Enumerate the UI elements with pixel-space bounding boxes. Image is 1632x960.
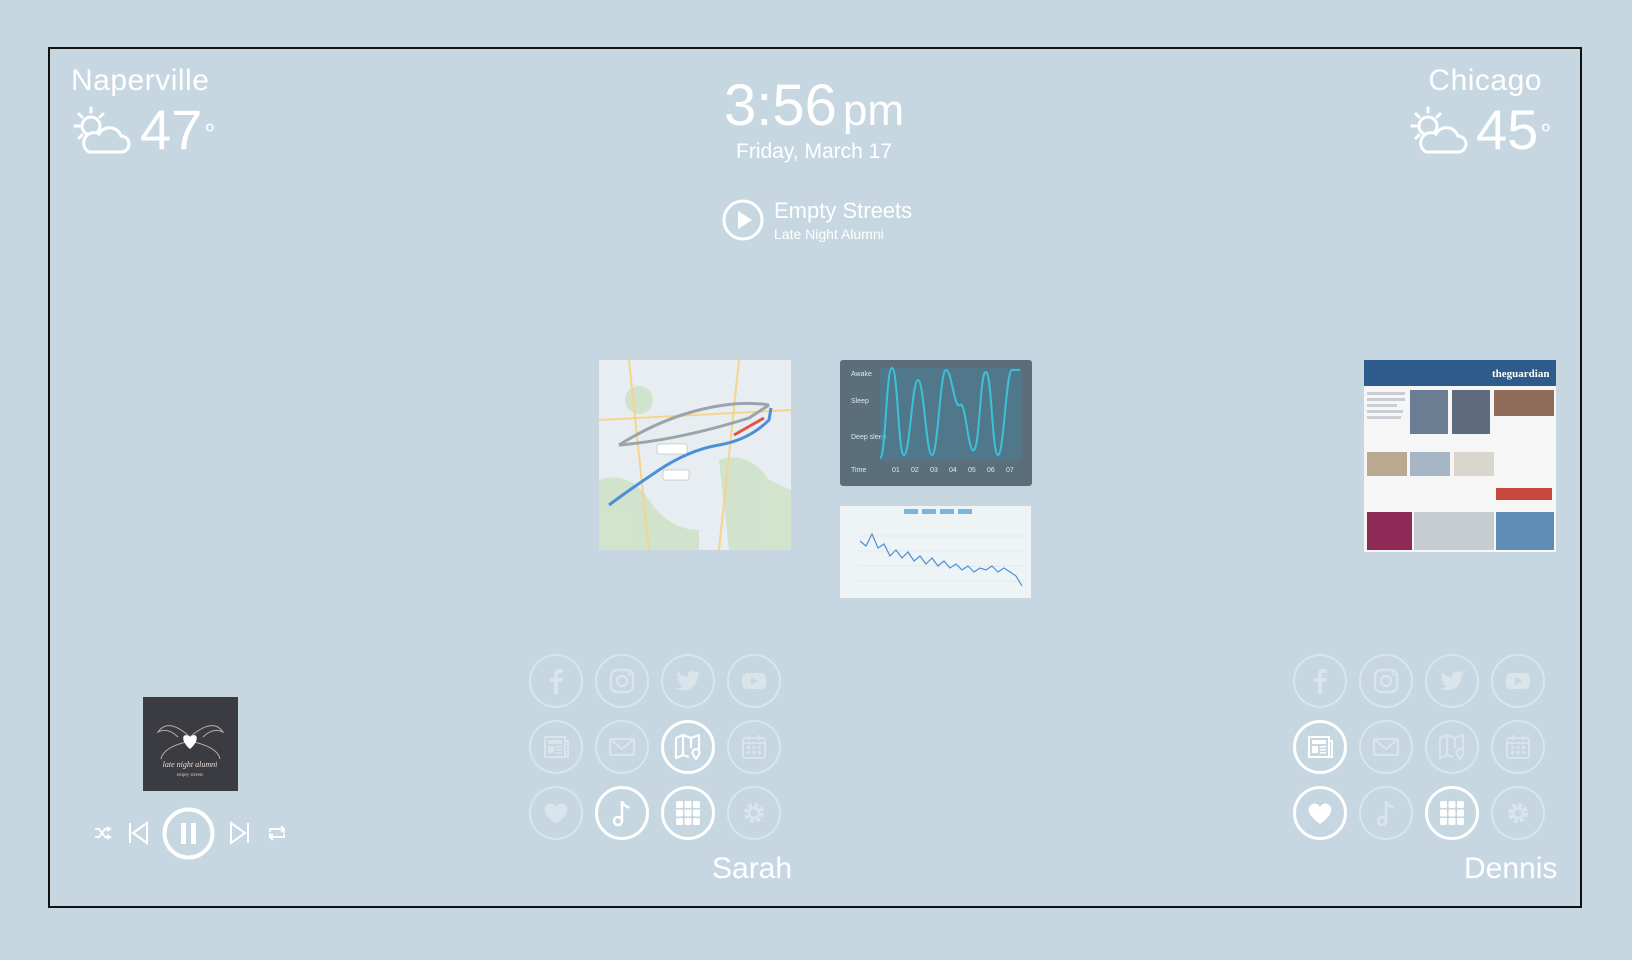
instagram-icon — [609, 668, 635, 694]
sleep-label-sleep: Sleep — [851, 398, 869, 405]
maps-button[interactable] — [1425, 720, 1479, 774]
sleep-chart: Awake Sleep Deep sleep Time 01 02 03 04 … — [851, 366, 1022, 474]
app-grid-icon — [1440, 801, 1464, 825]
map-image — [599, 360, 791, 550]
maps-button[interactable] — [661, 720, 715, 774]
weather-right-city: Chicago — [1428, 64, 1542, 97]
gear-icon — [744, 803, 764, 823]
settings-button[interactable] — [1491, 786, 1545, 840]
previous-button[interactable] — [126, 820, 150, 846]
next-icon — [230, 821, 249, 845]
facebook-icon — [1314, 669, 1327, 694]
twitter-icon — [676, 671, 700, 691]
gear-icon — [1508, 803, 1528, 823]
mail-icon — [1372, 737, 1400, 757]
sleep-hour: 01 — [892, 467, 900, 474]
twitter-button[interactable] — [1425, 654, 1479, 708]
newspaper-icon — [544, 736, 569, 758]
repeat-button[interactable] — [266, 822, 288, 844]
youtube-button[interactable] — [727, 654, 781, 708]
previous-icon — [129, 821, 148, 845]
sleep-hour: 04 — [949, 467, 957, 474]
sleep-hour: 03 — [930, 467, 938, 474]
music-button[interactable] — [1359, 786, 1413, 840]
map-icon — [674, 733, 701, 761]
weather-left-city: Naperville — [71, 64, 210, 97]
twitter-icon — [1440, 671, 1464, 691]
weather-left-temp: 47° — [140, 98, 216, 161]
mail-button[interactable] — [1359, 720, 1413, 774]
album-art: late night alumni empty streets — [143, 697, 238, 791]
partly-sunny-icon — [73, 106, 131, 154]
youtube-button[interactable] — [1491, 654, 1545, 708]
shuffle-button[interactable] — [92, 822, 114, 844]
weight-chart — [840, 506, 1031, 598]
sleep-widget[interactable]: Awake Sleep Deep sleep Time 01 02 03 04 … — [840, 360, 1032, 486]
news-image: theguardian — [1364, 360, 1556, 552]
facebook-button[interactable] — [1293, 654, 1347, 708]
youtube-icon — [1506, 673, 1530, 689]
weather-right-temp: 45° — [1476, 98, 1552, 161]
music-note-icon — [1376, 800, 1394, 827]
music-button[interactable] — [595, 786, 649, 840]
user-name-dennis: Dennis — [1464, 852, 1558, 885]
app-grid-icon — [676, 801, 700, 825]
shuffle-icon — [95, 826, 112, 840]
news-button[interactable] — [1293, 720, 1347, 774]
map-widget[interactable] — [599, 360, 791, 550]
clock-time: 3:56 pm — [723, 73, 904, 138]
calendar-icon — [742, 735, 766, 759]
dennis-app-grid — [1293, 654, 1553, 854]
instagram-button[interactable] — [595, 654, 649, 708]
next-button[interactable] — [228, 820, 252, 846]
news-button[interactable] — [529, 720, 583, 774]
youtube-icon — [742, 673, 766, 689]
calendar-button[interactable] — [727, 720, 781, 774]
mail-icon — [608, 737, 636, 757]
instagram-icon — [1373, 668, 1399, 694]
news-brand: theguardian — [1492, 368, 1549, 380]
music-note-icon — [612, 800, 630, 827]
now-playing-play-button[interactable] — [721, 198, 765, 247]
weather-right-icon — [1408, 106, 1468, 163]
calendar-button[interactable] — [1491, 720, 1545, 774]
partly-sunny-icon — [1410, 106, 1468, 154]
album-art-line2: empty streets — [177, 773, 204, 778]
calendar-icon — [1506, 735, 1530, 759]
heart-icon — [544, 803, 568, 824]
weight-widget[interactable] — [840, 506, 1031, 598]
sarah-app-grid — [529, 654, 789, 854]
clock-date: Friday, March 17 — [736, 140, 892, 163]
newspaper-icon — [1308, 736, 1333, 758]
settings-button[interactable] — [727, 786, 781, 840]
apps-button[interactable] — [661, 786, 715, 840]
sleep-label-awake: Awake — [851, 371, 872, 378]
health-button[interactable] — [529, 786, 583, 840]
apps-button[interactable] — [1425, 786, 1479, 840]
sleep-label-time: Time — [851, 467, 866, 474]
heart-icon — [1308, 803, 1332, 824]
sleep-hour: 06 — [987, 467, 995, 474]
sleep-hour: 02 — [911, 467, 919, 474]
mail-button[interactable] — [595, 720, 649, 774]
sleep-hour: 05 — [968, 467, 976, 474]
news-widget[interactable]: theguardian — [1364, 360, 1556, 552]
now-playing-title: Empty Streets — [774, 198, 913, 223]
user-name-sarah: Sarah — [712, 852, 793, 885]
map-icon — [1438, 733, 1465, 761]
repeat-icon — [268, 825, 286, 841]
album-art-line1: late night alumni — [163, 760, 218, 769]
twitter-button[interactable] — [661, 654, 715, 708]
facebook-button[interactable] — [529, 654, 583, 708]
weather-left-icon — [71, 106, 131, 163]
now-playing-artist: Late Night Alumni — [774, 226, 884, 242]
instagram-button[interactable] — [1359, 654, 1413, 708]
facebook-icon — [550, 669, 563, 694]
pause-button[interactable] — [162, 807, 215, 860]
play-icon — [722, 199, 764, 241]
sleep-hour: 07 — [1006, 467, 1014, 474]
pause-icon — [162, 807, 215, 860]
health-button[interactable] — [1293, 786, 1347, 840]
